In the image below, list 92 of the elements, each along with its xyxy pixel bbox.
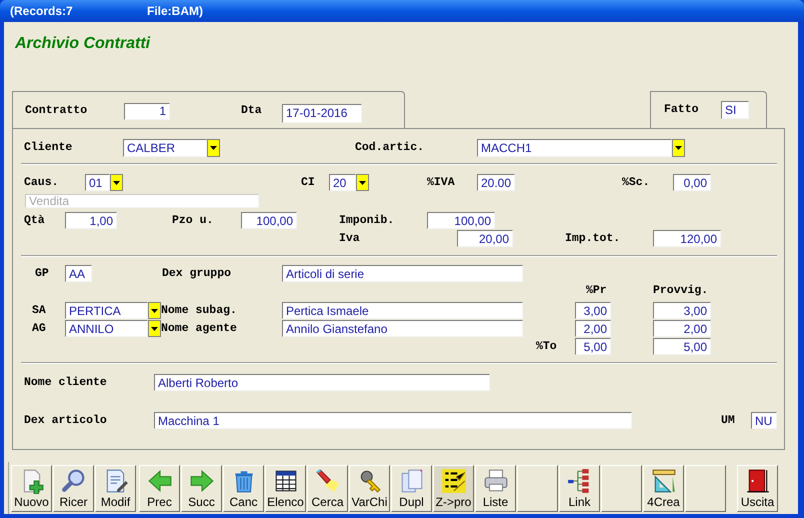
field-label: Cod.artic. [355, 140, 426, 156]
text-field[interactable]: Articoli di serie [282, 265, 523, 282]
dropdown-button[interactable] [207, 139, 220, 157]
toolbar-button[interactable]: Canc [223, 464, 264, 512]
table-icon [272, 468, 298, 494]
field-label: Dta [241, 103, 263, 120]
blank-button[interactable] [685, 464, 726, 512]
number-field[interactable]: 2,00 [575, 320, 611, 337]
number-field[interactable]: 20,00 [457, 230, 513, 247]
number-field[interactable]: 1 [124, 102, 170, 120]
field-label: Contratto [25, 103, 88, 120]
set-square-icon [650, 468, 676, 494]
field-label: %Pr [586, 283, 608, 300]
text-field[interactable]: Annilo Gianstefano [282, 320, 523, 337]
pages-icon [398, 468, 424, 494]
dropdown-arrow-icon [359, 180, 366, 184]
field-label: Cliente [24, 140, 74, 156]
checklist-icon [440, 468, 466, 494]
text-field[interactable]: SI [721, 101, 749, 119]
field-label: Imponib. [339, 212, 396, 229]
toolbar-button[interactable]: Ricer [53, 464, 94, 512]
dropdown-button[interactable] [148, 320, 161, 337]
number-field[interactable]: 100,00 [427, 212, 495, 229]
toolbar-button[interactable]: Elenco [265, 464, 306, 512]
number-field[interactable]: 5,00 [653, 338, 711, 355]
toolbar-button[interactable]: Dupl [391, 464, 432, 512]
toolbar-button[interactable]: Link [559, 464, 600, 512]
toolbar-button[interactable]: 4Crea [643, 464, 684, 512]
field-label: Imp.tot. [565, 230, 622, 247]
text-field[interactable]: AA [65, 265, 92, 282]
search-icon [60, 468, 86, 494]
toolbar-button[interactable]: Cerca [307, 464, 348, 512]
field-label: Fatto [664, 102, 700, 118]
door-icon [744, 468, 770, 494]
text-field[interactable]: NU [751, 412, 777, 429]
number-field[interactable]: 5,00 [575, 338, 611, 355]
field-label: Qtà [24, 212, 46, 229]
window-title: File:BAM) [147, 3, 203, 20]
field-label: Pzo u. [172, 212, 214, 229]
window-title: (Records:7 [10, 3, 74, 20]
text-field[interactable]: Pertica Ismaele [282, 302, 523, 319]
field-label: SA [32, 302, 47, 319]
number-field[interactable]: 1,00 [65, 212, 117, 229]
dropdown-button[interactable] [356, 174, 369, 191]
number-field[interactable]: 20.00 [477, 174, 515, 191]
field-label: Provvig. [653, 283, 710, 300]
number-field[interactable]: 0,00 [673, 174, 711, 191]
field-label: Nome subag. [161, 302, 238, 319]
dropdown-button[interactable] [672, 139, 685, 157]
dropdown-arrow-icon [151, 326, 158, 330]
toolbar-button[interactable]: Uscita [737, 464, 778, 512]
blank-button[interactable] [517, 464, 558, 512]
right-arrow-icon [188, 468, 214, 494]
field-label: %IVA [427, 174, 456, 191]
toolbar-button[interactable]: Prec [139, 464, 180, 512]
form-heading: Archivio Contratti [15, 34, 150, 54]
field-label: Dex articolo [24, 412, 108, 429]
dropdown-arrow-icon [151, 308, 158, 312]
field-label: GP [35, 266, 50, 282]
toolbar-button[interactable]: Modif [95, 464, 136, 512]
text-field[interactable]: Macchina 1 [154, 412, 632, 429]
field-label: Nome agente [161, 320, 238, 337]
flashlight-icon [314, 468, 340, 494]
toolbar-button[interactable]: Liste [475, 464, 516, 512]
dropdown-button[interactable] [148, 302, 161, 319]
dropdown-arrow-icon [210, 146, 217, 150]
toolbar-button[interactable]: VarChi [349, 464, 390, 512]
number-field[interactable]: 120,00 [653, 230, 721, 247]
field-label: Nome cliente [24, 374, 108, 391]
printer-icon [482, 468, 508, 494]
field-label: %To [536, 338, 558, 355]
number-field[interactable]: 3,00 [575, 302, 611, 319]
dropdown-arrow-icon [675, 146, 682, 150]
toolbar-button[interactable]: Z->pro [433, 464, 474, 512]
text-field[interactable]: 17-01-2016 [282, 104, 362, 122]
field-label: Caus. [24, 174, 60, 191]
number-field[interactable]: 3,00 [653, 302, 711, 319]
dropdown-arrow-icon [113, 180, 120, 184]
field-label: CI [301, 174, 316, 191]
field-label: Dex gruppo [162, 266, 232, 282]
field-label: %Sc. [622, 174, 651, 191]
text-field[interactable]: Alberti Roberto [154, 374, 490, 391]
toolbar-button[interactable]: Nuovo [11, 464, 52, 512]
field-label: UM [721, 412, 736, 429]
dropdown-button[interactable] [110, 174, 123, 191]
left-arrow-icon [146, 468, 172, 494]
field-label: AG [32, 320, 47, 337]
field-label: Iva [339, 230, 361, 247]
toolbar-button[interactable]: Succ [181, 464, 222, 512]
blank-button[interactable] [601, 464, 642, 512]
number-field[interactable]: 2,00 [653, 320, 711, 337]
number-field[interactable]: 100,00 [241, 212, 297, 229]
